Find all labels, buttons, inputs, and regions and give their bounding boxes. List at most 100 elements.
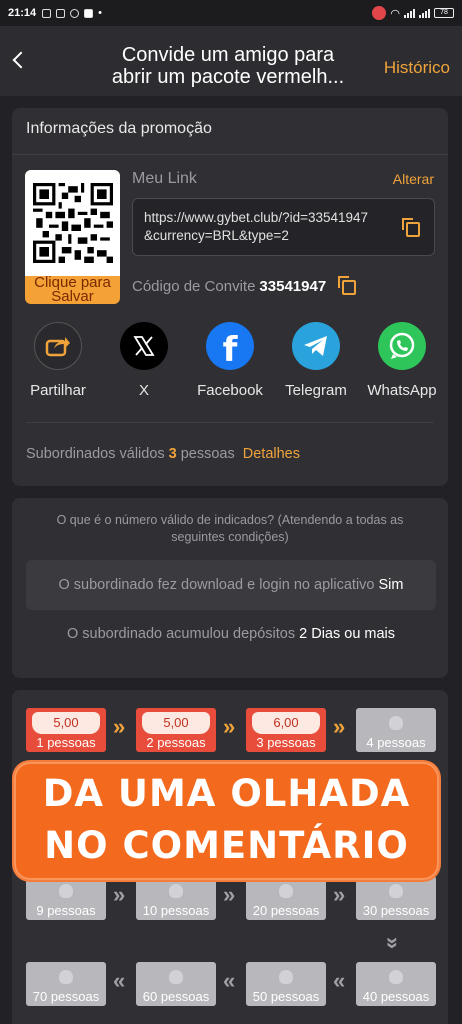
red-packet-tile-locked[interactable]: 60 pessoas bbox=[136, 962, 216, 1006]
condition-value: Sim bbox=[378, 577, 404, 593]
packet-label: 30 pessoas bbox=[362, 903, 430, 918]
red-packet-tile-locked[interactable]: 20 pessoas bbox=[246, 876, 326, 920]
red-packet-tile-locked[interactable]: 10 pessoas bbox=[136, 876, 216, 920]
lock-icon bbox=[59, 884, 73, 898]
chevron-right-icon: » bbox=[333, 714, 346, 739]
invite-code-value: 33541947 bbox=[259, 278, 327, 295]
red-packet-tile-locked[interactable]: 40 pessoas bbox=[356, 962, 436, 1006]
page-header: Convide um amigo para abrir um pacote ve… bbox=[0, 26, 462, 96]
whatsapp-icon bbox=[378, 322, 426, 370]
qr-code-save-button[interactable]: Clique para Salvar bbox=[25, 170, 120, 304]
more-dot-icon: • bbox=[98, 7, 102, 19]
lock-icon bbox=[389, 970, 403, 984]
red-packet-tile-locked[interactable]: 30 pessoas bbox=[356, 876, 436, 920]
history-link[interactable]: Histórico bbox=[384, 58, 450, 78]
share-icon bbox=[34, 322, 82, 370]
valid-subordinates: Subordinados válidos 3 pessoas Detalhes bbox=[26, 446, 300, 462]
packet-label: 70 pessoas bbox=[32, 989, 100, 1004]
packet-label: 60 pessoas bbox=[142, 989, 210, 1004]
copy-link-icon[interactable] bbox=[402, 218, 420, 237]
condition-deposits: O subordinado acumulou depósitos 2 Dias … bbox=[26, 626, 436, 642]
chevron-down-icon: » bbox=[381, 936, 407, 950]
section-title: Informações da promoção bbox=[26, 120, 212, 137]
packet-amount: 5,00 bbox=[32, 712, 100, 734]
chevron-left-icon: « bbox=[333, 968, 346, 993]
conditions-card: O que é o número válido de indicados? (A… bbox=[12, 498, 448, 678]
valid-subs-label: Subordinados válidos bbox=[26, 446, 165, 462]
promotion-info-card: Informações da promoção Clique para Salv… bbox=[12, 108, 448, 486]
overlay-banner: DA UMA OLHADA NO COMENTÁRIO bbox=[12, 760, 441, 882]
chevron-left-icon: « bbox=[223, 968, 236, 993]
details-link[interactable]: Detalhes bbox=[243, 446, 300, 462]
telegram-icon bbox=[292, 322, 340, 370]
share-button-partilhar[interactable]: Partilhar bbox=[18, 322, 98, 399]
packet-amount: 5,00 bbox=[142, 712, 210, 734]
my-link-label: Meu Link bbox=[132, 170, 197, 187]
packet-label: 4 pessoas bbox=[366, 735, 426, 750]
x-logo-icon bbox=[120, 322, 168, 370]
lock-icon bbox=[389, 884, 403, 898]
packet-label: 3 pessoas bbox=[256, 735, 316, 750]
wifi-icon: ◠ bbox=[390, 7, 400, 20]
share-button-x[interactable]: X bbox=[104, 322, 184, 399]
red-packet-tile[interactable]: 5,00 1 pessoas bbox=[26, 708, 106, 752]
red-packet-tile-locked[interactable]: 70 pessoas bbox=[26, 962, 106, 1006]
condition-text: O subordinado fez download e login no ap… bbox=[58, 577, 375, 593]
share-button-whatsapp[interactable]: WhatsApp bbox=[362, 322, 442, 399]
back-arrow-icon[interactable] bbox=[8, 48, 32, 72]
referral-link-field[interactable]: https://www.gybet.club/?id=33541947 &cur… bbox=[132, 198, 435, 256]
packet-label: 40 pessoas bbox=[362, 989, 430, 1004]
lock-icon bbox=[389, 716, 403, 730]
condition-text: O subordinado acumulou depósitos bbox=[66, 626, 296, 642]
red-packet-tile-locked[interactable]: 50 pessoas bbox=[246, 962, 326, 1006]
page-title-line1: Convide um amigo para bbox=[121, 44, 335, 66]
signal-icon bbox=[404, 8, 415, 18]
conditions-question: O que é o número válido de indicados? (A… bbox=[56, 513, 404, 544]
share-label: WhatsApp bbox=[367, 382, 437, 399]
lock-icon bbox=[59, 970, 73, 984]
chevron-right-icon: » bbox=[223, 882, 236, 907]
red-packet-tile[interactable]: 5,00 2 pessoas bbox=[136, 708, 216, 752]
notification-icon bbox=[56, 8, 66, 18]
status-time: 21:14 bbox=[8, 7, 37, 19]
battery-icon: 78 bbox=[434, 8, 454, 18]
red-packet-tile-locked[interactable]: 4 pessoas bbox=[356, 708, 436, 752]
copy-code-icon[interactable] bbox=[338, 276, 356, 295]
share-button-facebook[interactable]: f Facebook bbox=[190, 322, 270, 399]
share-label: X bbox=[138, 382, 149, 399]
notification-icon bbox=[84, 8, 94, 18]
qr-save-label: Clique para Salvar bbox=[25, 275, 120, 304]
chevron-right-icon: » bbox=[113, 714, 126, 739]
notification-icon bbox=[42, 8, 52, 18]
condition-value: 2 Dias ou mais bbox=[299, 626, 396, 642]
red-packet-tile[interactable]: 6,00 3 pessoas bbox=[246, 708, 326, 752]
red-packet-tile-locked[interactable]: 9 pessoas bbox=[26, 876, 106, 920]
chevron-right-icon: » bbox=[223, 714, 236, 739]
valid-subs-count: 3 bbox=[168, 446, 177, 462]
change-link-button[interactable]: Alterar bbox=[393, 171, 434, 187]
condition-download-login: O subordinado fez download e login no ap… bbox=[26, 560, 436, 610]
facebook-icon: f bbox=[206, 322, 254, 370]
packet-label: 2 pessoas bbox=[146, 735, 206, 750]
share-label: Telegram bbox=[285, 382, 347, 399]
packet-label: 10 pessoas bbox=[142, 903, 210, 918]
chevron-left-icon: « bbox=[113, 968, 126, 993]
share-button-telegram[interactable]: Telegram bbox=[276, 322, 356, 399]
invite-code: Código de Convite 33541947 bbox=[132, 278, 326, 295]
whatsapp-notification-icon bbox=[70, 8, 80, 18]
banner-line2: NO COMENTÁRIO bbox=[44, 824, 409, 867]
divider bbox=[12, 154, 448, 155]
share-label: Facebook bbox=[197, 382, 263, 399]
lock-icon bbox=[279, 970, 293, 984]
lock-icon bbox=[169, 970, 183, 984]
status-bar: 21:14 • ◠ 78 bbox=[0, 0, 462, 26]
lock-icon bbox=[279, 884, 293, 898]
invite-code-label: Código de Convite bbox=[132, 278, 256, 295]
qr-code bbox=[25, 170, 120, 276]
packet-label: 20 pessoas bbox=[252, 903, 320, 918]
packet-label: 9 pessoas bbox=[36, 903, 96, 918]
page-title-line2: abrir um pacote vermelh... bbox=[111, 66, 345, 88]
packet-label: 50 pessoas bbox=[252, 989, 320, 1004]
recording-icon bbox=[372, 6, 387, 20]
valid-subs-unit: pessoas bbox=[180, 446, 235, 462]
